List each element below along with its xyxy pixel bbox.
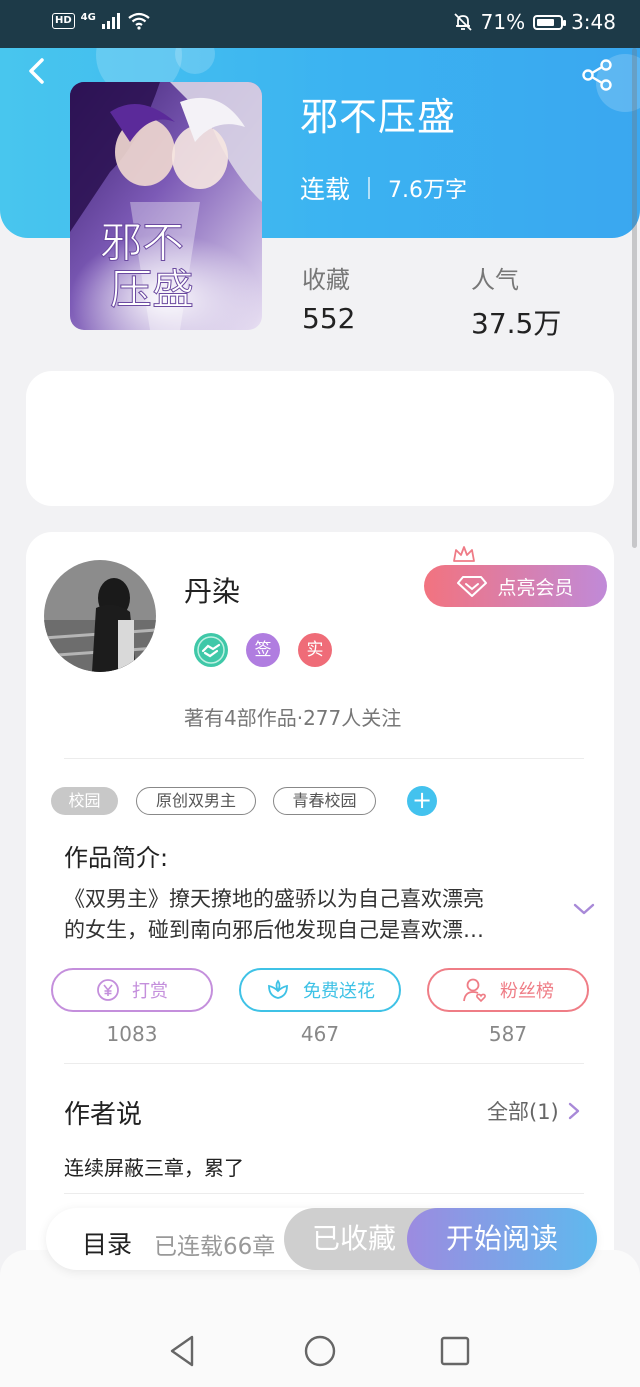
diamond-icon bbox=[457, 576, 488, 597]
battery-icon bbox=[533, 14, 567, 30]
stat-value-popularity: 37.5万 bbox=[471, 307, 562, 340]
flower-count: 467 bbox=[300, 1022, 340, 1046]
book-cover[interactable]: 邪不 压盛 bbox=[70, 82, 262, 330]
handshake-icon bbox=[194, 633, 228, 667]
author-say-all-link[interactable]: 全部(1) bbox=[487, 1096, 581, 1126]
placeholder-card bbox=[26, 371, 614, 506]
vip-button-label: 点亮会员 bbox=[497, 576, 574, 599]
mute-bell-icon bbox=[453, 13, 472, 31]
book-status-row: 连载 7.6万字 bbox=[300, 170, 467, 206]
stat-label-favorites: 收藏 bbox=[302, 266, 350, 294]
svg-text:压盛: 压盛 bbox=[110, 265, 194, 314]
book-cover-art: 邪不 压盛 bbox=[70, 82, 262, 330]
fan-ranking-label: 粉丝榜 bbox=[500, 981, 554, 1002]
crown-icon bbox=[453, 546, 475, 562]
author-avatar[interactable] bbox=[44, 560, 156, 672]
all-link-label: 全部(1) bbox=[487, 1100, 559, 1124]
tip-button[interactable]: 打赏 bbox=[51, 968, 213, 1012]
author-say-title: 作者说 bbox=[64, 1100, 143, 1130]
add-tag-button[interactable]: + bbox=[407, 786, 437, 816]
tip-count: 1083 bbox=[106, 1022, 158, 1046]
synopsis-line: 的女生，碰到南向邪后他发现自己是喜欢漂… bbox=[64, 918, 484, 942]
chevron-right-icon bbox=[568, 1102, 579, 1120]
author-say-text: 连续屏蔽三章，累了 bbox=[64, 1156, 244, 1180]
clock: 3:48 bbox=[571, 10, 616, 34]
synopsis-line: 《双男主》撩天撩地的盛骄以为自己喜欢漂亮 bbox=[64, 887, 484, 911]
divider bbox=[64, 1063, 584, 1064]
avatar-art bbox=[44, 560, 156, 672]
tip-button-label: 打赏 bbox=[132, 981, 168, 1002]
expand-chevron-icon[interactable] bbox=[572, 900, 596, 918]
fan-ranking-button[interactable]: 粉丝榜 bbox=[427, 968, 589, 1012]
author-meta: 著有4部作品·277人关注 bbox=[184, 706, 402, 730]
status-divider bbox=[368, 177, 371, 199]
book-title: 邪不压盛 bbox=[300, 95, 457, 139]
svg-text:邪不: 邪不 bbox=[100, 218, 184, 267]
yen-coin-icon bbox=[97, 979, 119, 1001]
signal-icon bbox=[101, 13, 120, 29]
decor-bubble bbox=[175, 48, 215, 74]
author-name[interactable]: 丹染 bbox=[184, 570, 240, 610]
word-count: 7.6万字 bbox=[388, 178, 468, 203]
vip-button[interactable]: 点亮会员 bbox=[424, 565, 607, 607]
divider bbox=[64, 1193, 584, 1194]
synopsis-text[interactable]: 《双男主》撩天撩地的盛骄以为自己喜欢漂亮 的女生，碰到南向邪后他发现自己是喜欢漂… bbox=[64, 884, 554, 946]
chapter-count: 已连载66章 bbox=[154, 1234, 276, 1260]
tag-original-bl[interactable]: 原创双男主 bbox=[136, 787, 256, 815]
nav-back-icon[interactable] bbox=[166, 1333, 202, 1369]
stat-value-favorites: 552 bbox=[302, 302, 356, 335]
send-flower-button[interactable]: 免费送花 bbox=[239, 968, 401, 1012]
status-right: 71% 3:48 bbox=[453, 10, 616, 34]
tag-youth-campus[interactable]: 青春校园 bbox=[273, 787, 376, 815]
wifi-icon bbox=[128, 12, 150, 30]
flower-icon bbox=[268, 979, 288, 999]
status-left: HD 4G bbox=[52, 12, 150, 30]
status-bar: HD 4G 71% 3:48 bbox=[0, 0, 640, 48]
share-icon[interactable] bbox=[580, 58, 614, 92]
scrollbar[interactable] bbox=[632, 48, 637, 548]
stat-label-popularity: 人气 bbox=[471, 266, 519, 294]
badge-verified: 实 bbox=[298, 633, 332, 667]
start-reading-button[interactable]: 开始阅读 bbox=[407, 1208, 597, 1270]
verified-badge bbox=[193, 632, 229, 672]
battery-percent: 71% bbox=[480, 10, 526, 34]
tag-campus[interactable]: 校园 bbox=[51, 787, 118, 815]
divider bbox=[64, 758, 584, 759]
toc-button[interactable]: 目录 bbox=[82, 1225, 132, 1261]
network-indicator: 4G bbox=[80, 11, 96, 23]
hd-indicator: HD bbox=[52, 13, 75, 29]
nav-recents-icon[interactable] bbox=[437, 1333, 473, 1369]
nav-home-icon[interactable] bbox=[302, 1333, 338, 1369]
fan-count: 587 bbox=[488, 1022, 528, 1046]
send-flower-label: 免费送花 bbox=[303, 981, 375, 1002]
synopsis-title: 作品简介: bbox=[64, 844, 169, 872]
serial-status: 连载 bbox=[300, 175, 351, 204]
user-heart-icon bbox=[463, 978, 486, 1003]
back-icon[interactable] bbox=[22, 56, 52, 86]
badge-signed: 签 bbox=[246, 633, 280, 667]
